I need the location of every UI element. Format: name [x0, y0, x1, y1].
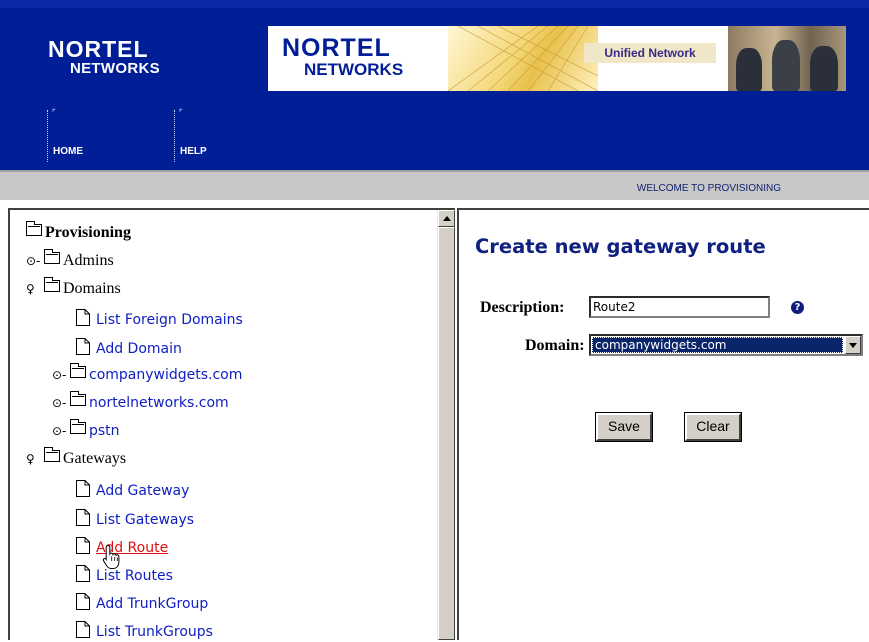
tree-scrollbar[interactable] — [437, 210, 455, 640]
tree-node-gateways[interactable]: ♀ Gateways — [26, 447, 127, 468]
welcome-text: WELCOME TO PROVISIONING — [636, 183, 781, 194]
header: NORTEL NETWORKS NORTEL NETWORKS Unified … — [0, 0, 869, 170]
link-label: List Routes — [96, 568, 173, 584]
nav-help[interactable]: ⌜ HELP — [174, 108, 255, 162]
expand-icon[interactable]: ⊙- — [52, 396, 70, 410]
banner-graphic — [448, 26, 598, 91]
link-label: List Foreign Domains — [96, 312, 243, 328]
document-icon — [76, 509, 90, 526]
content-frame: Create new gateway route Description: ? … — [457, 208, 869, 640]
nav-home-label: HOME — [53, 146, 83, 157]
chevron-down-icon[interactable] — [845, 336, 861, 354]
folder-label: pstn — [89, 423, 120, 439]
document-icon — [76, 309, 90, 326]
photo-person — [810, 46, 838, 91]
scroll-up-button[interactable] — [438, 210, 455, 227]
folder-label: companywidgets.com — [89, 367, 243, 383]
tree-link-add-trunkgroup[interactable]: Add TrunkGroup — [76, 593, 208, 612]
collapse-icon[interactable]: ♀ — [26, 282, 44, 296]
domain-selected-value: companywidgets.com — [592, 337, 843, 353]
help-icon[interactable]: ? — [791, 301, 804, 314]
tree-admins-label: Admins — [63, 252, 114, 269]
banner-logo: NORTEL NETWORKS — [282, 34, 404, 79]
folder-icon — [70, 419, 86, 434]
folder-icon — [44, 277, 60, 292]
tree-link-list-routes[interactable]: List Routes — [76, 565, 173, 584]
link-label: List TrunkGroups — [96, 624, 213, 640]
banner-lines-graphic — [448, 26, 598, 91]
domain-label: Domain: — [525, 337, 585, 354]
hand-cursor-icon — [102, 544, 120, 569]
link-label: Add Gateway — [96, 483, 190, 499]
expand-icon[interactable]: ⊙- — [52, 424, 70, 438]
document-icon — [76, 338, 90, 355]
folder-icon — [44, 249, 60, 264]
banner-tagline: Unified Network — [584, 43, 716, 63]
domain-select[interactable]: companywidgets.com — [589, 334, 863, 356]
navigation-tree: Provisioning ⊙- Admins ♀ Domains List Fore… — [10, 210, 430, 642]
tree-link-list-gateways[interactable]: List Gateways — [76, 509, 194, 528]
logo-line2: NETWORKS — [70, 60, 160, 77]
folder-icon — [70, 391, 86, 406]
tree-link-list-trunkgroups[interactable]: List TrunkGroups — [76, 621, 213, 640]
link-label: Add TrunkGroup — [96, 596, 209, 612]
nav-marker-icon: ⌜ — [52, 108, 56, 117]
nortel-logo[interactable]: NORTEL NETWORKS — [48, 36, 160, 77]
folder-label: nortelnetworks.com — [89, 395, 229, 411]
tree-link-add-domain[interactable]: Add Domain — [76, 338, 182, 357]
tree-link-list-foreign-domains[interactable]: List Foreign Domains — [76, 309, 243, 328]
expand-icon[interactable]: ⊙- — [26, 254, 44, 268]
nav-home[interactable]: ⌜ HOME — [47, 108, 128, 162]
banner-photo — [728, 26, 846, 91]
link-label: List Gateways — [96, 512, 195, 528]
nav-marker-icon: ⌜ — [179, 108, 183, 117]
banner: NORTEL NETWORKS Unified Network — [268, 26, 846, 91]
document-icon — [76, 565, 90, 582]
photo-person — [736, 48, 762, 91]
tree-node-admins[interactable]: ⊙- Admins — [26, 249, 114, 270]
tree-root-label: Provisioning — [45, 224, 131, 241]
folder-icon — [26, 221, 42, 236]
folder-icon — [44, 447, 60, 462]
clear-button[interactable]: Clear — [684, 412, 742, 442]
collapse-icon[interactable]: ♀ — [26, 452, 44, 466]
description-input[interactable] — [589, 296, 770, 318]
tree-folder-companywidgets[interactable]: ⊙- companywidgets.com — [52, 363, 243, 383]
document-icon — [76, 621, 90, 638]
description-label: Description: — [480, 299, 565, 316]
page-title: Create new gateway route — [475, 235, 766, 258]
folder-icon — [70, 363, 86, 378]
scroll-thumb[interactable] — [438, 227, 455, 640]
navigation-tree-frame: Provisioning ⊙- Admins ♀ Domains List Fore… — [8, 208, 455, 640]
tree-node-domains[interactable]: ♀ Domains — [26, 277, 121, 298]
logo-line1: NORTEL — [48, 36, 149, 62]
link-label: Add Domain — [96, 341, 182, 357]
save-button[interactable]: Save — [595, 412, 653, 442]
photo-person — [772, 40, 800, 91]
nav-help-label: HELP — [180, 146, 207, 157]
welcome-bar: WELCOME TO PROVISIONING — [0, 170, 869, 200]
document-icon — [76, 537, 90, 554]
tree-link-add-gateway[interactable]: Add Gateway — [76, 480, 189, 499]
tree-folder-pstn[interactable]: ⊙- pstn — [52, 419, 120, 439]
expand-icon[interactable]: ⊙- — [52, 368, 70, 382]
tree-gateways-label: Gateways — [63, 450, 127, 467]
banner-logo-line1: NORTEL — [282, 34, 391, 62]
tree-folder-nortelnetworks[interactable]: ⊙- nortelnetworks.com — [52, 391, 229, 411]
banner-logo-line2: NETWORKS — [304, 60, 404, 79]
document-icon — [76, 480, 90, 497]
header-top-line — [0, 0, 869, 8]
document-icon — [76, 593, 90, 610]
tree-domains-label: Domains — [63, 280, 121, 297]
tree-root-provisioning[interactable]: Provisioning — [26, 221, 131, 242]
